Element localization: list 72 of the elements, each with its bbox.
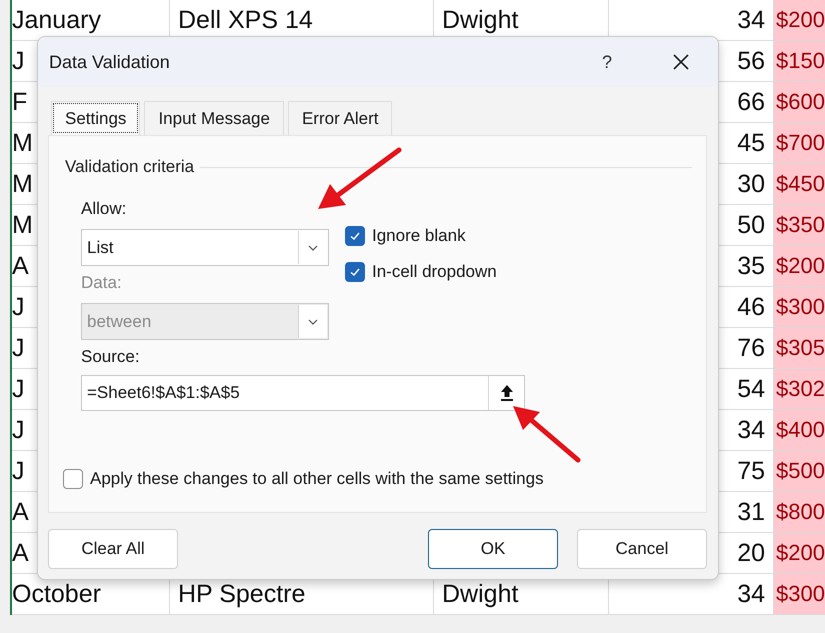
table-cell: 34 — [737, 580, 765, 608]
table-cell: J — [12, 292, 24, 322]
table-cell: M — [12, 170, 33, 198]
checkbox[interactable] — [63, 469, 83, 489]
table-cell: $800 — [776, 499, 825, 525]
table-cell: HP Spectre — [178, 580, 306, 608]
table-cell: 56 — [737, 46, 765, 76]
dialog-button[interactable]: Cancel — [577, 529, 707, 569]
table-cell: $200 — [776, 540, 825, 566]
checkbox[interactable] — [345, 262, 365, 282]
checkbox-label: Ignore blank — [372, 226, 466, 246]
table-cell: $300 — [776, 581, 825, 607]
table-cell: $200 — [776, 7, 825, 33]
window-title: Data Validation — [49, 52, 171, 72]
table-cell: 66 — [737, 88, 765, 116]
table-cell: J — [12, 456, 24, 486]
checkbox-label: In-cell dropdown — [372, 262, 497, 282]
table-cell: $200 — [776, 253, 825, 279]
table-cell: J — [12, 416, 24, 444]
table-cell: 34 — [737, 6, 765, 34]
table-cell: 30 — [737, 170, 765, 198]
table-cell: 35 — [737, 252, 765, 280]
table-cell: Dwight — [442, 6, 518, 34]
table-cell: 20 — [737, 538, 765, 568]
table-cell: $400 — [776, 417, 825, 443]
tab[interactable]: Input Message — [144, 101, 284, 135]
field-label: Source: — [81, 347, 140, 368]
table-cell: M — [12, 210, 33, 240]
field-label: Allow: — [81, 199, 126, 220]
table-cell: $450 — [776, 171, 825, 197]
table-cell: $350 — [776, 212, 825, 238]
table-cell: $600 — [776, 89, 825, 115]
table-cell: Dell XPS 14 — [178, 6, 313, 34]
table-cell: 75 — [737, 456, 765, 486]
tab[interactable]: Error Alert — [288, 101, 392, 135]
table-cell: January — [12, 6, 101, 34]
dialog-button[interactable]: OK — [428, 529, 558, 569]
checkbox-label: Apply these changes to all other cells with the same settings — [90, 469, 544, 489]
clear-button[interactable]: Clear All — [48, 529, 178, 569]
table-cell: 54 — [737, 374, 765, 404]
field-label: Data: — [81, 273, 122, 294]
table-cell: 50 — [737, 210, 765, 240]
table-cell: $302 — [776, 376, 825, 402]
table-cell: 76 — [737, 334, 765, 362]
tab[interactable]: Settings — [51, 101, 140, 135]
table-cell: $305 — [776, 335, 825, 361]
table-cell: A — [12, 252, 29, 280]
table-cell: 31 — [737, 498, 765, 526]
table-cell: $700 — [776, 130, 825, 156]
table-cell: A — [12, 538, 29, 568]
group-label: Validation criteria — [65, 157, 194, 177]
table-cell: 34 — [737, 416, 765, 444]
table-cell: October — [12, 580, 101, 608]
table-cell: $300 — [776, 294, 825, 320]
table-cell: J — [12, 334, 24, 362]
table-cell: F — [12, 88, 28, 116]
table-cell: $150 — [776, 48, 825, 74]
input-field[interactable]: =Sheet6!$A$1:$A$5 — [81, 375, 525, 411]
upload-arrow-icon — [498, 383, 514, 403]
table-cell: M — [12, 128, 33, 158]
checkbox[interactable] — [345, 226, 365, 246]
table-cell: Dwight — [442, 580, 518, 608]
dropdown[interactable]: List — [81, 229, 329, 266]
table-cell: 46 — [737, 292, 765, 322]
table-cell: A — [12, 498, 29, 526]
table-cell: 45 — [737, 128, 765, 158]
table-cell: $500 — [776, 458, 825, 484]
close-icon — [672, 53, 690, 71]
table-cell: J — [12, 46, 24, 76]
table-cell: J — [12, 374, 24, 404]
arrow-annotation — [513, 406, 580, 462]
help-button[interactable]: ? — [594, 48, 620, 76]
